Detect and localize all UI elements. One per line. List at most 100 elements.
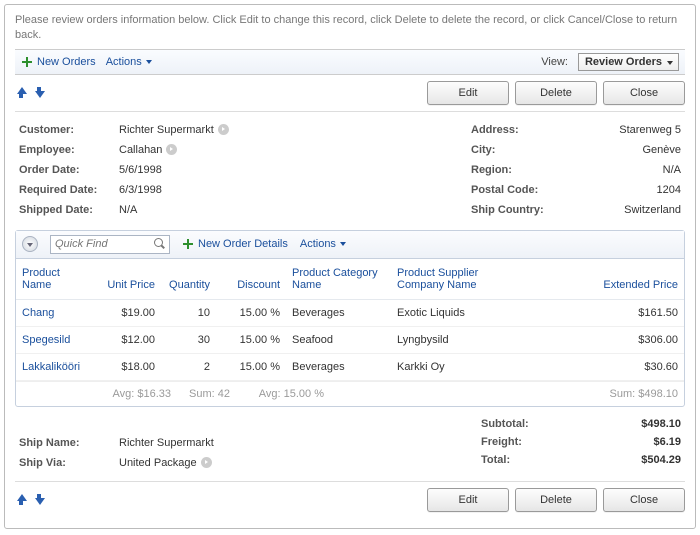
col-supplier[interactable]: Product Supplier Company Name (391, 259, 511, 300)
cell-unit-price: $18.00 (96, 353, 161, 380)
bottom-button-row: Edit Delete Close (15, 481, 685, 518)
delete-button[interactable]: Delete (515, 488, 597, 512)
grid-actions-menu[interactable]: Actions (300, 238, 346, 250)
order-date-label: Order Date: (19, 164, 119, 176)
edit-button[interactable]: Edit (427, 81, 509, 105)
goto-icon[interactable] (218, 124, 229, 135)
new-orders-label: New Orders (37, 56, 96, 68)
postal-code-label: Postal Code: (471, 184, 566, 196)
shipped-date-label: Shipped Date: (19, 204, 119, 216)
grid-actions-label: Actions (300, 238, 336, 250)
table-row[interactable]: Lakkalikööri$18.00215.00 %BeveragesKarkk… (16, 353, 684, 380)
cell-product[interactable]: Chang (16, 299, 96, 326)
ship-country-value: Switzerland (624, 204, 681, 216)
prev-record-icon[interactable] (15, 86, 27, 100)
city-label: City: (471, 144, 566, 156)
view-label: View: (541, 56, 568, 68)
plus-icon (21, 56, 33, 68)
next-record-icon[interactable] (33, 86, 45, 100)
col-product-name[interactable]: Product Name (16, 259, 96, 300)
order-date-value: 5/6/1998 (119, 164, 162, 176)
address-value: Starenweg 5 (619, 124, 681, 136)
city-value: Genève (642, 144, 681, 156)
grid-toolbar: New Order Details Actions (16, 231, 684, 259)
cell-extended: $30.60 (511, 353, 684, 380)
col-extended[interactable]: Extended Price (511, 259, 684, 300)
chevron-down-icon (340, 242, 346, 246)
actions-label: Actions (106, 56, 142, 68)
cell-discount: 15.00 % (216, 299, 286, 326)
search-icon[interactable] (154, 238, 166, 250)
delete-button[interactable]: Delete (515, 81, 597, 105)
address-label: Address: (471, 124, 566, 136)
top-button-row: Edit Delete Close (15, 75, 685, 112)
ship-country-label: Ship Country: (471, 204, 566, 216)
close-button[interactable]: Close (603, 488, 685, 512)
ship-name-label: Ship Name: (19, 437, 119, 449)
intro-text: Please review orders information below. … (15, 13, 685, 43)
col-discount[interactable]: Discount (216, 259, 286, 300)
subtotal-value: $498.10 (641, 418, 681, 430)
col-quantity[interactable]: Quantity (161, 259, 216, 300)
cell-extended: $161.50 (511, 299, 684, 326)
cell-category: Beverages (286, 299, 391, 326)
main-toolbar: New Orders Actions View: Review Orders (15, 49, 685, 75)
shipped-date-value: N/A (119, 204, 137, 216)
customer-value: Richter Supermarkt (119, 124, 214, 136)
order-review-panel: Please review orders information below. … (4, 4, 696, 529)
details-table: Product Name Unit Price Quantity Discoun… (16, 259, 684, 381)
new-orders-link[interactable]: New Orders (21, 56, 96, 68)
ship-name-value: Richter Supermarkt (119, 437, 214, 449)
ship-via-label: Ship Via: (19, 457, 119, 469)
new-order-details-label: New Order Details (198, 238, 288, 250)
col-category[interactable]: Product Category Name (286, 259, 391, 300)
cell-unit-price: $12.00 (96, 326, 161, 353)
cell-category: Beverages (286, 353, 391, 380)
next-record-icon[interactable] (33, 493, 45, 507)
new-order-details-link[interactable]: New Order Details (182, 238, 288, 250)
cell-discount: 15.00 % (216, 353, 286, 380)
employee-value: Callahan (119, 144, 162, 156)
col-unit-price[interactable]: Unit Price (96, 259, 161, 300)
subtotal-label: Subtotal: (481, 418, 529, 430)
cell-product[interactable]: Spegesild (16, 326, 96, 353)
region-value: N/A (663, 164, 681, 176)
total-value: $504.29 (641, 454, 681, 466)
order-details: Customer:Richter Supermarkt Employee:Cal… (15, 112, 685, 230)
required-date-label: Required Date: (19, 184, 119, 196)
cell-supplier: Lyngbysild (391, 326, 511, 353)
cell-qty: 10 (161, 299, 216, 326)
total-label: Total: (481, 454, 510, 466)
cell-qty: 2 (161, 353, 216, 380)
order-details-grid: New Order Details Actions Product Name U… (15, 230, 685, 407)
cell-supplier: Exotic Liquids (391, 299, 511, 326)
summary-section: Ship Name:Richter Supermarkt Ship Via:Un… (15, 407, 685, 473)
aggr-sum-qty: Sum: 42 (175, 388, 230, 400)
close-button[interactable]: Close (603, 81, 685, 105)
freight-value: $6.19 (653, 436, 681, 448)
cell-product[interactable]: Lakkalikööri (16, 353, 96, 380)
goto-icon[interactable] (166, 144, 177, 155)
goto-icon[interactable] (201, 457, 212, 468)
required-date-value: 6/3/1998 (119, 184, 162, 196)
cell-category: Seafood (286, 326, 391, 353)
expand-toggle-icon[interactable] (22, 236, 38, 252)
plus-icon (182, 238, 194, 250)
aggr-avg-disc: Avg: 15.00 % (234, 388, 324, 400)
table-row[interactable]: Chang$19.001015.00 %BeveragesExotic Liqu… (16, 299, 684, 326)
cell-qty: 30 (161, 326, 216, 353)
postal-code-value: 1204 (657, 184, 681, 196)
cell-supplier: Karkki Oy (391, 353, 511, 380)
actions-menu[interactable]: Actions (106, 56, 152, 68)
view-select[interactable]: Review Orders (578, 53, 679, 71)
employee-label: Employee: (19, 144, 119, 156)
cell-discount: 15.00 % (216, 326, 286, 353)
aggr-avg-price: Avg: $16.33 (106, 388, 171, 400)
table-row[interactable]: Spegesild$12.003015.00 %SeafoodLyngbysil… (16, 326, 684, 353)
prev-record-icon[interactable] (15, 493, 27, 507)
edit-button[interactable]: Edit (427, 488, 509, 512)
aggr-sum-ext: Sum: $498.10 (610, 388, 679, 400)
cell-unit-price: $19.00 (96, 299, 161, 326)
quick-find-input[interactable] (50, 235, 170, 254)
aggregate-row: Avg: $16.33 Sum: 42 Avg: 15.00 % Sum: $4… (16, 381, 684, 406)
